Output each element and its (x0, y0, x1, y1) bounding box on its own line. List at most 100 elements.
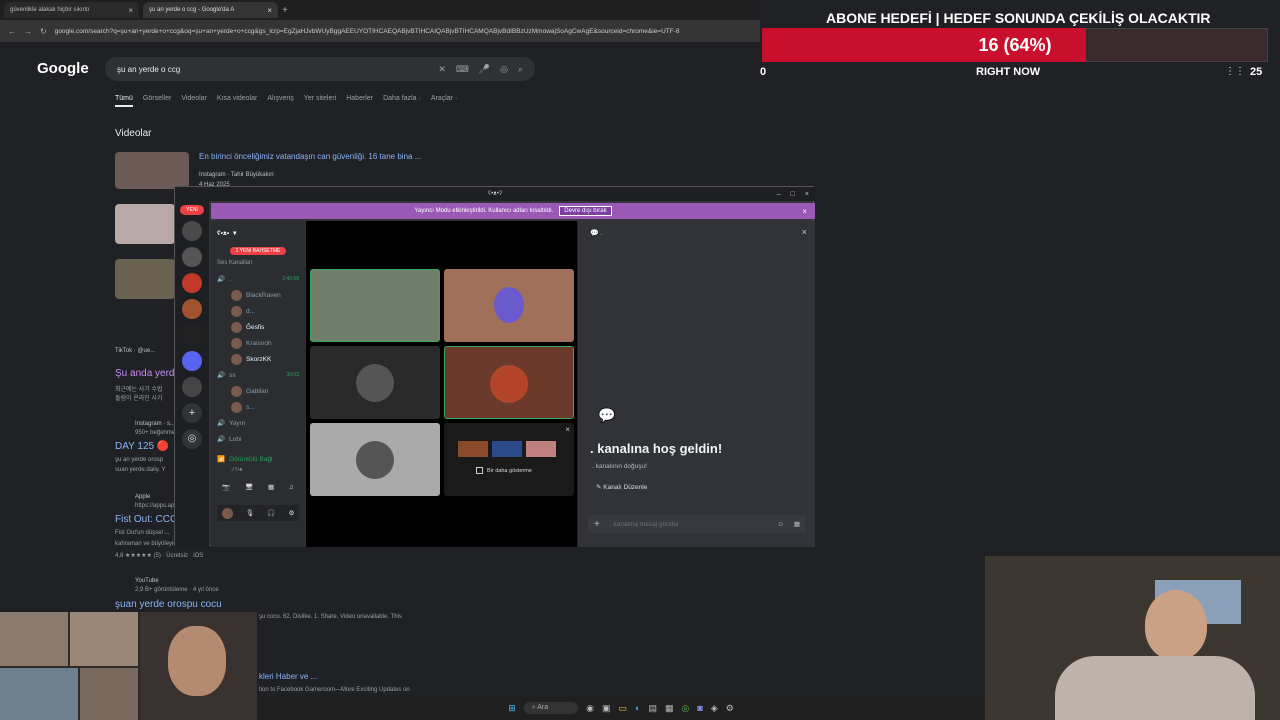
close-tab-icon[interactable]: × (128, 6, 133, 15)
tab-tools[interactable]: Araçlar · (431, 95, 457, 107)
video-tile[interactable] (444, 346, 574, 419)
video-tile[interactable] (310, 423, 440, 496)
tab-videos[interactable]: Videolar (181, 95, 207, 107)
checkbox[interactable] (476, 467, 483, 474)
settings-icon[interactable]: ⚙ (289, 509, 295, 517)
edit-channel-button[interactable]: ✎ Kanalı Düzenle (596, 483, 647, 491)
voice-channel[interactable]: 🔊 Lobi (217, 431, 299, 447)
close-icon[interactable]: × (565, 425, 570, 434)
soundboard-icon[interactable]: ♫ (289, 484, 294, 491)
tab-news[interactable]: Haberler (346, 95, 373, 107)
tab-shopping[interactable]: Alışveriş (267, 95, 293, 107)
headphones-icon[interactable]: 🎧 (267, 509, 275, 517)
taskbar-app-icon[interactable]: ◈ (711, 703, 718, 714)
video-tile[interactable] (310, 269, 440, 342)
disable-streamer-mode-button[interactable]: Devre dışı bırak (559, 206, 612, 216)
voice-user[interactable]: d... (217, 303, 299, 319)
edge-icon[interactable]: ◐ (635, 703, 640, 713)
tab-short-videos[interactable]: Kısa videolar (217, 95, 257, 107)
server-icon[interactable] (182, 247, 202, 267)
video-thumbnail[interactable] (115, 259, 175, 299)
avatar[interactable] (221, 507, 233, 519)
mic-icon[interactable]: 🎙 (246, 509, 254, 517)
server-icon[interactable] (182, 221, 202, 241)
close-chat-icon[interactable]: × (802, 227, 807, 237)
video-title[interactable]: En birinci önceliğimiz vatandaşın can gü… (199, 152, 421, 161)
add-server-icon[interactable]: + (182, 403, 202, 423)
voice-user[interactable]: Kraisnoh (217, 335, 299, 351)
browser-tab-active[interactable]: şu an yerde o ccg - Google'da A × (143, 2, 278, 18)
close-icon[interactable]: × (805, 191, 809, 198)
taskbar-app-icon[interactable]: ◉ (586, 703, 594, 714)
username: d... (246, 307, 256, 315)
close-banner-icon[interactable]: × (802, 207, 807, 216)
video-source: Instagram · Tahir Büyükakın (199, 172, 274, 178)
minimize-icon[interactable]: – (777, 191, 781, 198)
result-title[interactable]: şuan yerde orospu cocu (115, 599, 222, 610)
taskbar-search[interactable]: ⌕ Ara (523, 702, 579, 714)
voice-channel[interactable]: 🔊. 1:40:58 (217, 271, 299, 287)
voice-user[interactable]: Gabilan (217, 383, 299, 399)
video-tile[interactable] (444, 269, 574, 342)
clear-icon[interactable]: ✕ (438, 64, 446, 75)
search-input[interactable]: şu an yerde o ccg ✕ ⌨ 🎤 ◎ ⌕ (105, 57, 535, 81)
video-tile[interactable] (310, 346, 440, 419)
emoji-icon[interactable]: ☺ (777, 521, 784, 528)
taskbar-app-icon[interactable]: ▣ (602, 703, 611, 714)
taskbar-app-icon[interactable]: ▤ (648, 703, 657, 714)
discord-icon[interactable]: ◙ (697, 703, 702, 713)
video-thumbnail[interactable] (115, 204, 175, 244)
voice-status[interactable]: 📶 Görüntülü Bağl (217, 451, 299, 467)
camera-icon[interactable]: 📷 (222, 483, 230, 491)
explore-icon[interactable]: ◎ (182, 429, 202, 449)
close-tab-icon[interactable]: × (267, 6, 272, 15)
voice-user[interactable]: SkorzKK (217, 351, 299, 367)
result-title[interactable]: DAY 125 🔴 (115, 441, 169, 452)
speaker-icon: 🔊 (217, 436, 226, 443)
video-thumbnail[interactable] (115, 152, 189, 189)
message-input[interactable]: + . kanalına mesaj gönder ☺ ▦ (588, 515, 806, 533)
result-title[interactable]: Şu anda yerde (115, 368, 180, 379)
lens-icon[interactable]: ◎ (500, 64, 508, 75)
add-attachment-icon[interactable]: + (594, 519, 600, 530)
google-logo[interactable]: Google (37, 60, 89, 77)
browser-tab[interactable]: güvenlikle alakalı hiçbir sıkıntı × (4, 2, 139, 18)
chrome-icon[interactable]: ◎ (682, 703, 690, 714)
result-title[interactable]: kleri Haber ve ... (259, 672, 317, 681)
tab-images[interactable]: Görseller (143, 95, 171, 107)
maximize-icon[interactable]: □ (791, 191, 795, 198)
url-field[interactable]: google.com/search?q=şu+an+yerde+o+ccg&oq… (55, 28, 735, 35)
tab-all[interactable]: Tümü (115, 95, 133, 107)
voice-user[interactable]: Ĝesfis (217, 319, 299, 335)
taskbar-app-icon[interactable]: ▦ (665, 703, 674, 714)
back-icon[interactable]: ← (8, 27, 16, 36)
server-icon[interactable] (182, 299, 202, 319)
reload-icon[interactable]: ↻ (40, 27, 47, 36)
voice-user[interactable]: BlackRaven (217, 287, 299, 303)
screen-share-icon[interactable]: 🖥 (245, 483, 253, 491)
server-icon[interactable] (182, 273, 202, 293)
settings-icon[interactable]: ⚙ (726, 703, 734, 714)
file-explorer-icon[interactable]: ▭ (619, 703, 628, 714)
voice-category[interactable]: Ses Kanalları (217, 255, 299, 271)
voice-channel[interactable]: 🔊 ss 30:03 (217, 367, 299, 383)
activity-icon[interactable]: ▦ (268, 483, 274, 491)
keyboard-icon[interactable]: ⌨ (456, 64, 469, 75)
result-title[interactable]: Fist Out: CCG (115, 514, 178, 525)
voice-user[interactable]: s... (217, 399, 299, 415)
new-tab-icon[interactable]: + (282, 5, 288, 16)
apps-icon[interactable]: ▦ (794, 520, 800, 528)
search-icon[interactable]: ⌕ (518, 64, 523, 75)
dismiss-row[interactable]: Bir daha gösterme (476, 467, 574, 474)
tab-more[interactable]: Daha fazla · (383, 95, 421, 107)
server-name[interactable]: ʕ•ᴥ• ▾ (217, 225, 299, 241)
server-icon[interactable] (182, 377, 202, 397)
server-icon[interactable] (182, 351, 202, 371)
new-mentions-pill[interactable]: 1 YENİ BAHSETME (230, 247, 286, 255)
server-icon[interactable] (182, 325, 202, 345)
start-icon[interactable]: ⊞ (508, 703, 516, 714)
mic-icon[interactable]: 🎤 (479, 64, 490, 75)
tab-places[interactable]: Yer siteleri (304, 95, 336, 107)
forward-icon[interactable]: → (24, 27, 32, 36)
voice-channel[interactable]: 🔊 Yayın (217, 415, 299, 431)
